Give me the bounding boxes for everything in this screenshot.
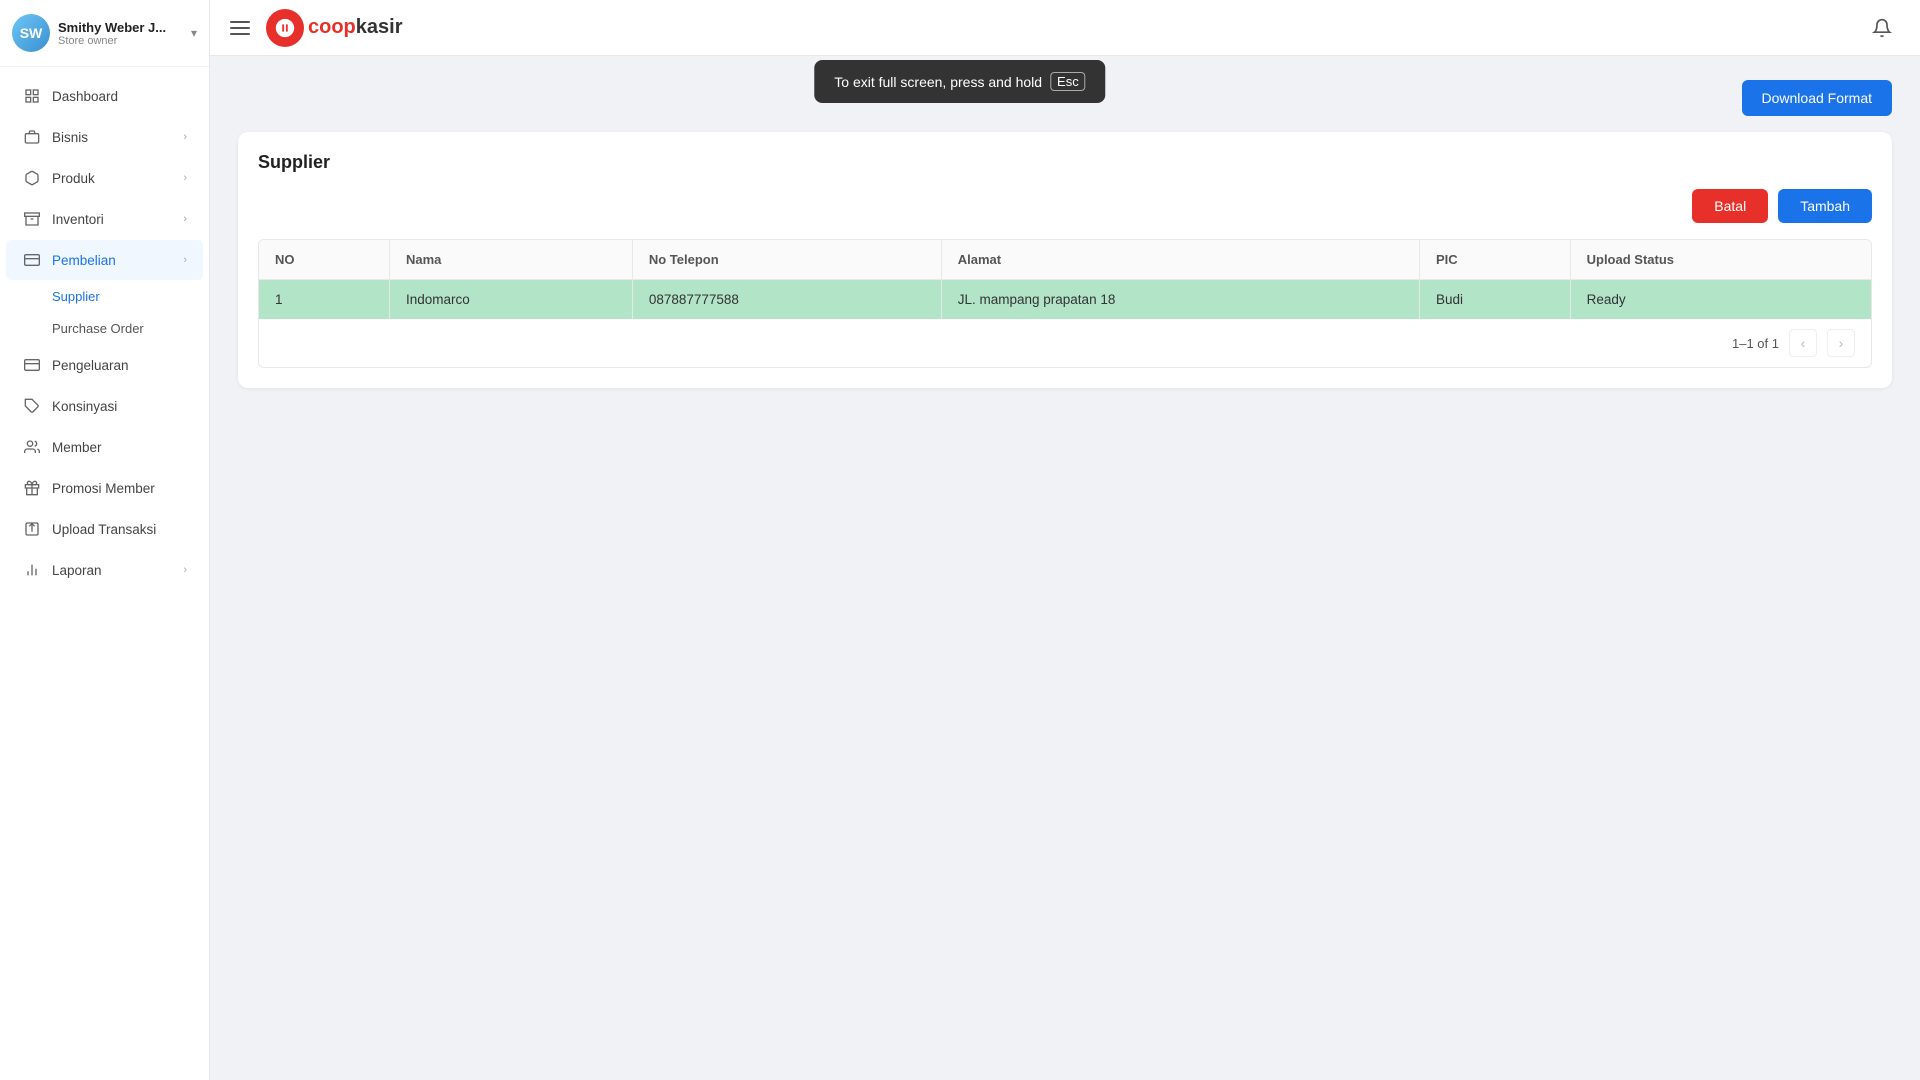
chevron-down-icon: › <box>183 254 187 266</box>
cell-nama: Indomarco <box>389 280 632 320</box>
sidebar-item-dashboard[interactable]: Dashboard <box>6 76 203 116</box>
tambah-button[interactable]: Tambah <box>1778 189 1872 223</box>
credit-card-icon <box>22 355 42 375</box>
sidebar-item-upload-transaksi[interactable]: Upload Transaksi <box>6 509 203 549</box>
hamburger-line1 <box>230 21 250 23</box>
hamburger-line3 <box>230 33 250 35</box>
sidebar-label-promosi-member: Promosi Member <box>52 481 187 496</box>
upload-icon <box>22 519 42 539</box>
col-no-telepon: No Telepon <box>632 240 941 280</box>
chart-icon <box>22 560 42 580</box>
sidebar-label-upload-transaksi: Upload Transaksi <box>52 522 187 537</box>
sidebar-label-inventori: Inventori <box>52 212 183 227</box>
cell-pic: Budi <box>1419 280 1570 320</box>
col-pic: PIC <box>1419 240 1570 280</box>
sidebar-subitem-purchase-order[interactable]: Purchase Order <box>6 313 203 344</box>
pagination: 1–1 of 1 ‹ › <box>259 319 1871 367</box>
sidebar-item-pembelian[interactable]: Pembelian › <box>6 240 203 280</box>
avatar: SW <box>12 14 50 52</box>
content-area: Download Format Supplier Batal Tambah NO… <box>210 56 1920 1080</box>
logo-text: coopkasir <box>308 16 403 39</box>
gift-icon <box>22 478 42 498</box>
hamburger-line2 <box>230 27 250 29</box>
col-nama: Nama <box>389 240 632 280</box>
cell-no: 1 <box>259 280 389 320</box>
table-header-row: NO Nama No Telepon Alamat PIC Upload Sta… <box>259 240 1871 280</box>
sidebar-item-produk[interactable]: Produk › <box>6 158 203 198</box>
cell-upload_status: Ready <box>1570 280 1871 320</box>
next-page-button[interactable]: › <box>1827 329 1855 357</box>
sidebar-label-laporan: Laporan <box>52 563 183 578</box>
sidebar-label-pembelian: Pembelian <box>52 253 183 268</box>
topbar: coopkasir <box>210 0 1920 56</box>
logo-icon <box>266 9 304 47</box>
archive-icon <box>22 209 42 229</box>
main-content: coopkasir To exit full screen, press and… <box>210 0 1920 1080</box>
supplier-label: Supplier <box>52 289 100 304</box>
sidebar-subitem-supplier[interactable]: Supplier <box>6 281 203 312</box>
col-upload-status: Upload Status <box>1570 240 1871 280</box>
sidebar-label-bisnis: Bisnis <box>52 130 183 145</box>
user-role: Store owner <box>58 35 187 47</box>
cell-alamat: JL. mampang prapatan 18 <box>941 280 1419 320</box>
user-name: Smithy Weber J... <box>58 20 187 35</box>
col-alamat: Alamat <box>941 240 1419 280</box>
chevron-right-icon: › <box>183 131 187 143</box>
sidebar-label-konsinyasi: Konsinyasi <box>52 399 187 414</box>
notification-icon[interactable] <box>1864 10 1900 46</box>
nav-items: Dashboard Bisnis › Produk › Inventori › <box>0 67 209 1080</box>
sidebar-item-member[interactable]: Member <box>6 427 203 467</box>
logo-coop: coop <box>308 16 356 38</box>
esc-key: Esc <box>1050 72 1086 91</box>
sidebar-item-pengeluaran[interactable]: Pengeluaran <box>6 345 203 385</box>
chevron-right-icon: › <box>183 564 187 576</box>
hamburger-menu[interactable] <box>230 21 250 35</box>
toast-message: To exit full screen, press and hold <box>834 74 1042 90</box>
prev-page-button[interactable]: ‹ <box>1789 329 1817 357</box>
wallet-icon <box>22 250 42 270</box>
tag-icon <box>22 396 42 416</box>
pagination-info: 1–1 of 1 <box>1732 336 1779 351</box>
action-row: Batal Tambah <box>258 189 1872 223</box>
logo-svg <box>274 17 296 39</box>
supplier-table-container: NO Nama No Telepon Alamat PIC Upload Sta… <box>258 239 1872 368</box>
purchase-order-label: Purchase Order <box>52 321 144 336</box>
sidebar-item-konsinyasi[interactable]: Konsinyasi <box>6 386 203 426</box>
sidebar-item-laporan[interactable]: Laporan › <box>6 550 203 590</box>
supplier-card: Supplier Batal Tambah NO Nama No Telepon… <box>238 132 1892 388</box>
chevron-right-icon: › <box>183 213 187 225</box>
sidebar-item-promosi-member[interactable]: Promosi Member <box>6 468 203 508</box>
logo: coopkasir <box>266 9 403 47</box>
table-row[interactable]: 1Indomarco087887777588JL. mampang prapat… <box>259 280 1871 320</box>
download-format-button[interactable]: Download Format <box>1742 80 1893 116</box>
sidebar-item-bisnis[interactable]: Bisnis › <box>6 117 203 157</box>
sidebar-label-member: Member <box>52 440 187 455</box>
sidebar-label-produk: Produk <box>52 171 183 186</box>
cell-no_telepon: 087887777588 <box>632 280 941 320</box>
col-no: NO <box>259 240 389 280</box>
card-title: Supplier <box>258 152 1872 173</box>
table-body: 1Indomarco087887777588JL. mampang prapat… <box>259 280 1871 320</box>
fullscreen-toast: To exit full screen, press and hold Esc <box>814 60 1105 103</box>
user-group-icon <box>22 437 42 457</box>
briefcase-icon <box>22 127 42 147</box>
batal-button[interactable]: Batal <box>1692 189 1768 223</box>
user-profile[interactable]: SW Smithy Weber J... Store owner ▾ <box>0 0 209 67</box>
chevron-down-icon: ▾ <box>191 26 197 40</box>
sidebar: SW Smithy Weber J... Store owner ▾ Dashb… <box>0 0 210 1080</box>
sidebar-item-inventori[interactable]: Inventori › <box>6 199 203 239</box>
supplier-table: NO Nama No Telepon Alamat PIC Upload Sta… <box>259 240 1871 319</box>
sidebar-label-pengeluaran: Pengeluaran <box>52 358 187 373</box>
user-info: Smithy Weber J... Store owner <box>58 20 187 47</box>
sidebar-label-dashboard: Dashboard <box>52 89 187 104</box>
chevron-right-icon: › <box>183 172 187 184</box>
grid-icon <box>22 86 42 106</box>
box-icon <box>22 168 42 188</box>
